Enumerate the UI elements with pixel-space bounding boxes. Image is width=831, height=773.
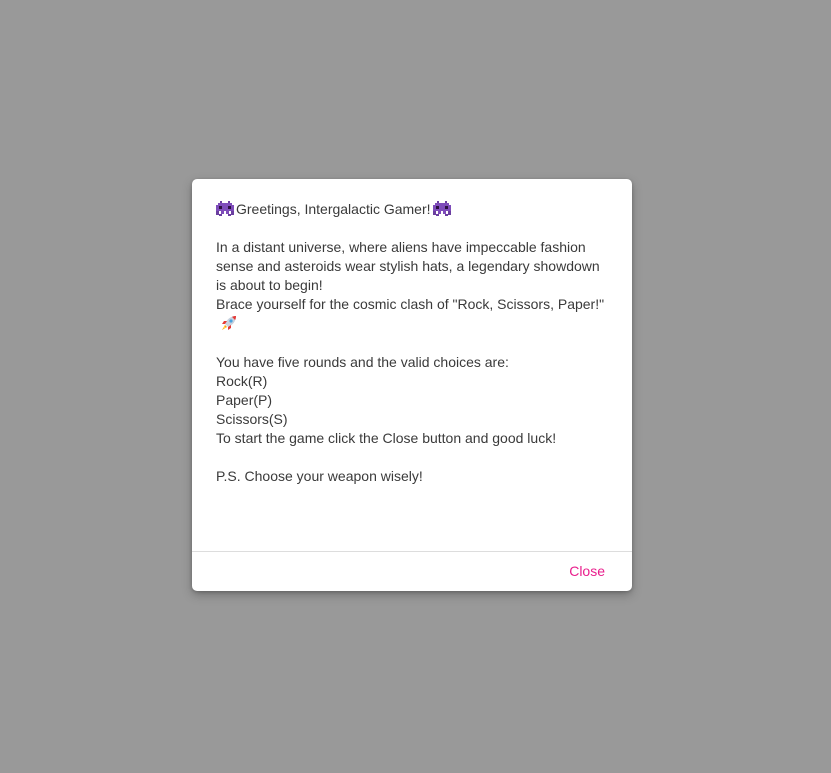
greeting-line: Greetings, Intergalactic Gamer! [216, 200, 612, 219]
choice-paper: Paper(P) [216, 392, 273, 408]
rounds-line: You have five rounds and the valid choic… [216, 354, 509, 370]
brace-line: Brace yourself for the cosmic clash of "… [216, 295, 612, 334]
alien-monster-icon [216, 201, 234, 216]
close-button[interactable]: Close [569, 562, 605, 581]
dialog-body: Greetings, Intergalactic Gamer! In a dis… [216, 200, 612, 486]
start-instruction: To start the game click the Close button… [216, 430, 557, 446]
brace-text: Brace yourself for the cosmic clash of "… [216, 296, 605, 312]
ps-line: P.S. Choose your weapon wisely! [216, 468, 423, 484]
alien-monster-icon [432, 201, 451, 216]
choice-rock: Rock(R) [216, 373, 268, 389]
greeting-text: Greetings, Intergalactic Gamer! [236, 201, 431, 217]
dialog-footer: Close [192, 552, 632, 591]
welcome-dialog: Greetings, Intergalactic Gamer! In a dis… [192, 179, 632, 591]
rocket-icon [222, 316, 236, 330]
choice-scissors: Scissors(S) [216, 411, 288, 427]
intro-paragraph: In a distant universe, where aliens have… [216, 239, 600, 293]
